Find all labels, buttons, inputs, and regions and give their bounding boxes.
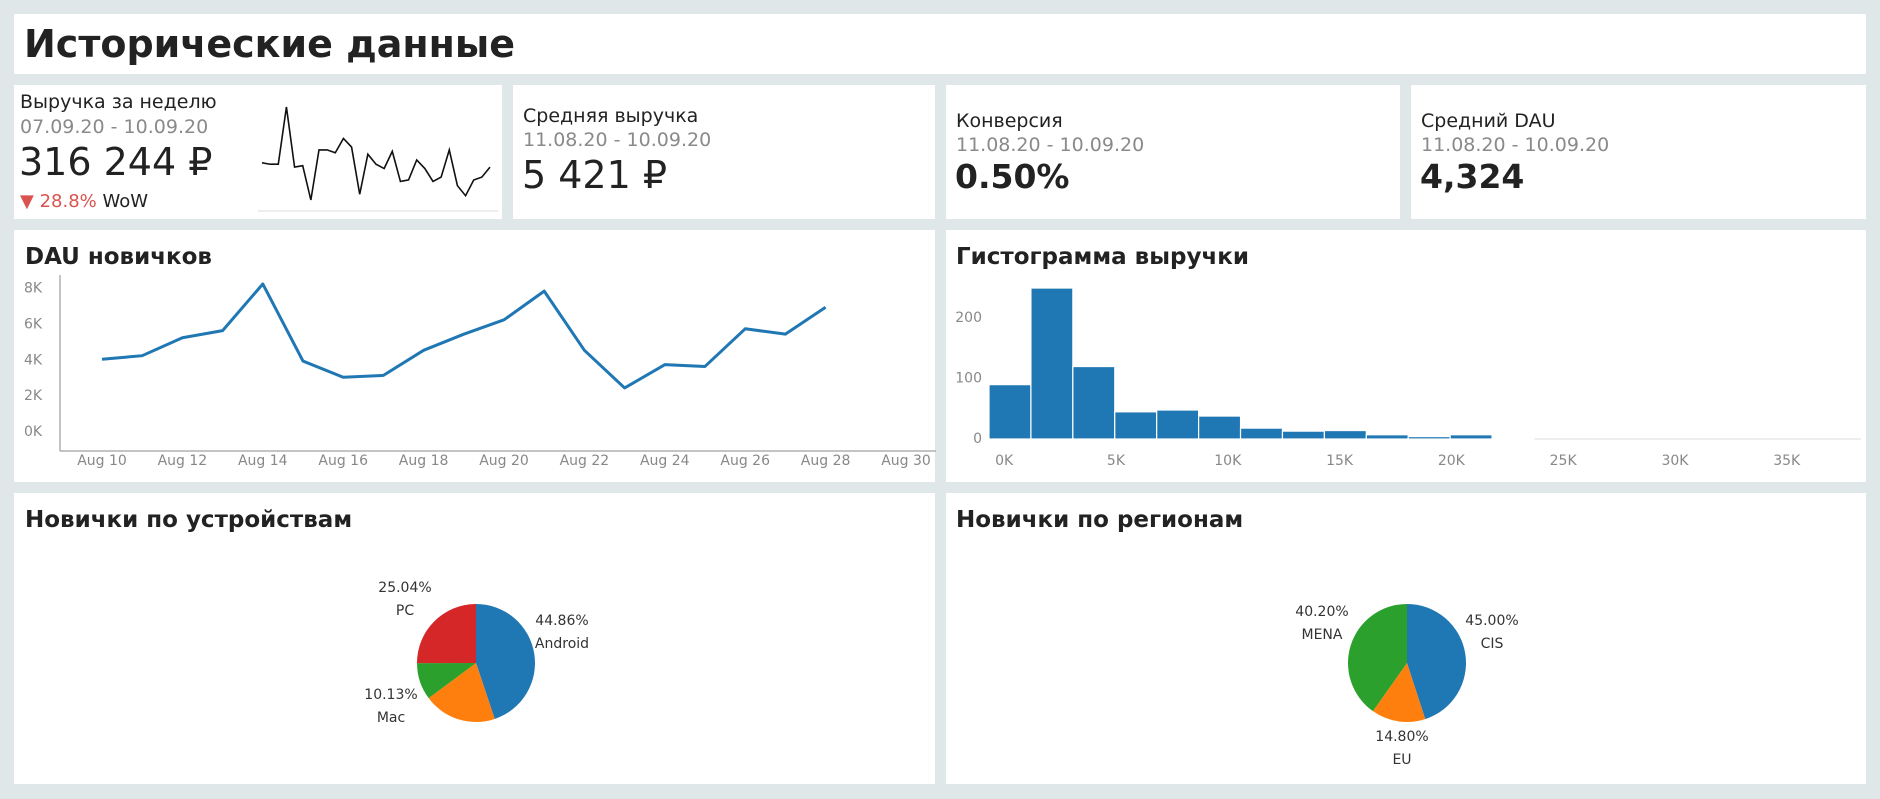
slice-name-label: MENA <box>1302 627 1343 643</box>
x-tick-label: Aug 20 <box>479 453 529 469</box>
hist-bar <box>1323 429 1367 440</box>
slice-pct-label: 25.04% <box>378 580 431 596</box>
regions-panel: Новички по регионам 45.00% CIS 14.80% EU 40.… <box>946 493 1866 784</box>
slice-pct-label: 10.13% <box>364 687 417 703</box>
kpi-avg-dau: Средний DAU 11.08.20 - 10.09.20 4,324 <box>1411 85 1866 219</box>
kpi-weekly-revenue: Выручка за неделю 07.09.20 - 10.09.20 31… <box>14 85 502 219</box>
kpi-period: 11.08.20 - 10.09.20 <box>523 129 712 151</box>
hist-bar <box>1239 427 1284 440</box>
x-tick-label: Aug 24 <box>640 453 690 469</box>
x-tick-label: 25K <box>1550 453 1578 469</box>
y-tick-label: 6K <box>24 316 43 332</box>
x-tick-label: Aug 28 <box>801 453 851 469</box>
hist-bar <box>1156 409 1200 440</box>
y-tick-label: 100 <box>955 371 982 387</box>
x-tick-label: 5K <box>1107 453 1126 469</box>
kpi-title: Средний DAU <box>1421 110 1556 132</box>
kpi-title: Средняя выручка <box>523 105 699 127</box>
devices-panel: Новички по устройствам 44.86% Android 10.1… <box>14 493 935 784</box>
hist-bar <box>1491 437 1535 440</box>
devices-pie-chart: 44.86% Android 10.13% Mac 25.04% PC <box>364 580 589 726</box>
hist-bar <box>1030 287 1074 440</box>
hist-bar <box>1114 411 1158 440</box>
regions-pie-chart: 45.00% CIS 14.80% EU 40.20% MENA <box>1295 604 1519 768</box>
kpi-value: 0.50% <box>955 157 1070 196</box>
dau-line-chart: 0K 2K 4K 6K 8K Aug 10 Aug 12 Aug 14 Aug 16 Aug 18… <box>24 275 936 469</box>
hist-bar <box>1072 365 1116 440</box>
dau-series-line <box>101 282 827 390</box>
slice-name-label: Mac <box>377 710 405 726</box>
revenue-histogram: 0 100 200 0K 5K 10K 15K 20K 25K 30K 35K <box>955 287 1861 469</box>
kpi-conversion: Конверсия 11.08.20 - 10.09.20 0.50% <box>946 85 1400 219</box>
slice-pct-label: 40.20% <box>1295 604 1348 620</box>
y-tick-label: 0K <box>24 424 43 440</box>
y-tick-label: 0 <box>973 431 982 447</box>
x-tick-label: Aug 10 <box>77 453 127 469</box>
kpi-value: 5 421 ₽ <box>522 153 668 197</box>
x-tick-label: Aug 30 <box>881 453 931 469</box>
hist-bar <box>1365 434 1409 440</box>
x-tick-label: Aug 16 <box>318 453 368 469</box>
kpi-period: 11.08.20 - 10.09.20 <box>1421 134 1610 156</box>
pie-slice <box>417 604 476 664</box>
x-tick-label: Aug 18 <box>399 453 449 469</box>
x-tick-label: 15K <box>1326 453 1354 469</box>
x-tick-label: 35K <box>1773 453 1801 469</box>
x-tick-label: Aug 22 <box>560 453 610 469</box>
sparkline-chart <box>258 106 498 212</box>
x-tick-label: 20K <box>1438 453 1466 469</box>
kpi-avg-revenue: Средняя выручка 11.08.20 - 10.09.20 5 42… <box>513 85 935 219</box>
slice-pct-label: 44.86% <box>535 613 588 629</box>
dau-new-panel: DAU новичков 0K 2K 4K 6K 8K Aug 10 Aug 12 Aug 1… <box>14 230 936 482</box>
hist-bar <box>988 384 1032 440</box>
slice-name-label: PC <box>396 603 414 619</box>
y-tick-label: 200 <box>955 310 982 326</box>
page-title: Исторические данные <box>24 22 516 66</box>
kpi-period: 11.08.20 - 10.09.20 <box>956 134 1145 156</box>
slice-name-label: EU <box>1392 752 1411 768</box>
hist-bar <box>1449 434 1493 440</box>
kpi-value: 4,324 <box>1420 157 1525 196</box>
hist-bar <box>1281 430 1325 440</box>
kpi-title: Конверсия <box>956 110 1063 132</box>
x-tick-label: 0K <box>995 453 1014 469</box>
x-tick-label: Aug 14 <box>238 453 288 469</box>
y-tick-label: 2K <box>24 388 43 404</box>
hist-bar <box>1198 415 1242 440</box>
sparkline-line <box>261 106 491 201</box>
slice-pct-label: 45.00% <box>1465 613 1518 629</box>
x-tick-label: 30K <box>1661 453 1689 469</box>
x-tick-label: 10K <box>1214 453 1242 469</box>
header-card: Исторические данные <box>14 14 1866 74</box>
slice-name-label: CIS <box>1481 636 1504 652</box>
slice-name-label: Android <box>535 636 589 652</box>
y-tick-label: 4K <box>24 352 43 368</box>
y-tick-label: 8K <box>24 281 43 297</box>
hist-bar <box>1407 435 1451 440</box>
x-tick-label: Aug 26 <box>720 453 770 469</box>
x-tick-label: Aug 12 <box>158 453 208 469</box>
revenue-hist-panel: Гистограмма выручки 0 100 200 0K 5K 10K 15K 20K… <box>946 230 1866 482</box>
slice-pct-label: 14.80% <box>1375 729 1428 745</box>
